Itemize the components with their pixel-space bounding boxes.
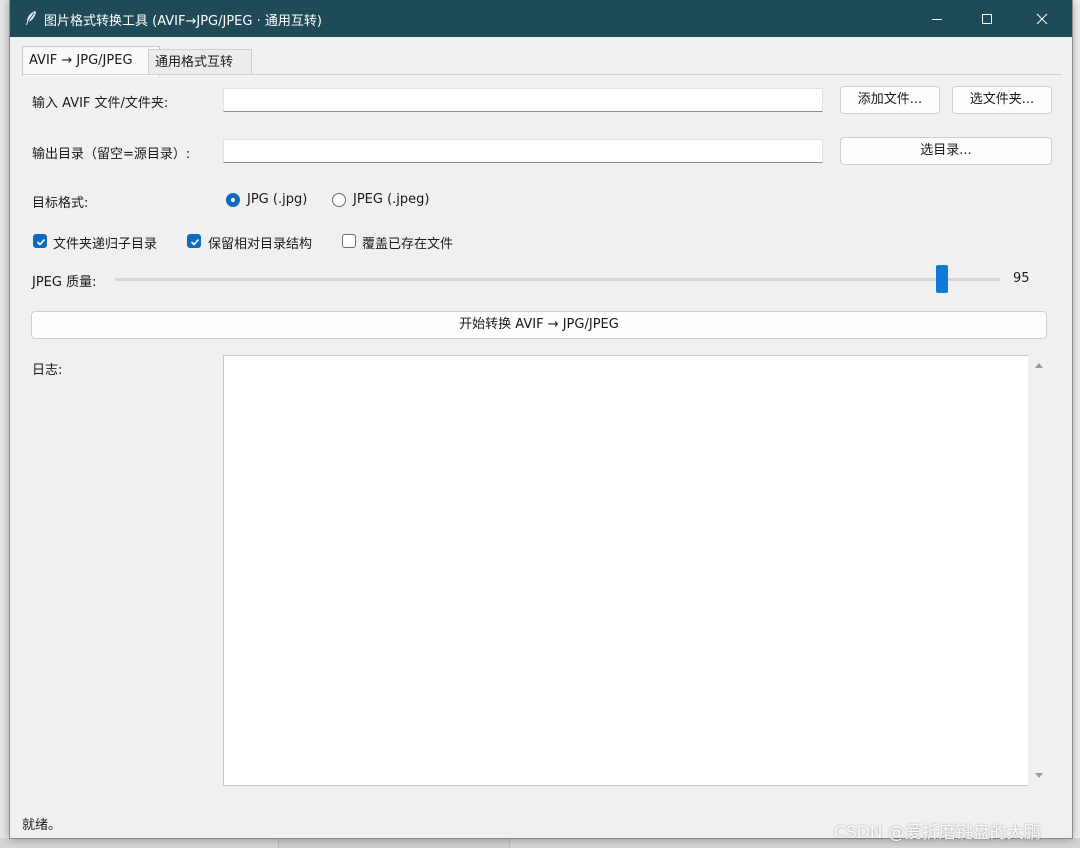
recursive-label[interactable]: 文件夹递归子目录	[53, 233, 157, 252]
scroll-down-icon[interactable]	[1034, 772, 1044, 780]
output-label: 输出目录（留空=源目录）:	[32, 147, 191, 162]
checkmark-icon	[190, 238, 200, 246]
watermark: CSDN @爱折磨键盘的大鹏	[834, 823, 1041, 843]
keep-structure-checkbox[interactable]	[187, 234, 201, 248]
close-icon	[1036, 13, 1048, 24]
checkmark-icon	[36, 238, 46, 246]
quality-value: 95	[1013, 271, 1030, 286]
overwrite-checkbox[interactable]	[342, 234, 356, 248]
choose-dir-button[interactable]: 选目录...	[840, 137, 1052, 165]
input-path-field[interactable]	[223, 88, 823, 112]
radio-jpg[interactable]	[226, 193, 240, 207]
tab-panel-divider	[22, 74, 1062, 75]
minimize-button[interactable]	[912, 0, 962, 37]
background-window-strip	[278, 838, 510, 848]
radio-jpeg-label[interactable]: JPEG (.jpeg)	[353, 192, 429, 207]
log-label: 日志:	[32, 363, 63, 378]
title-bar[interactable]: 图片格式转换工具 (AVIF→JPG/JPEG · 通用互转)	[10, 0, 1072, 37]
radio-jpeg[interactable]	[332, 193, 346, 207]
format-label: 目标格式:	[32, 196, 89, 211]
input-label: 输入 AVIF 文件/文件夹:	[32, 96, 169, 111]
maximize-icon	[982, 13, 992, 24]
quality-slider-thumb[interactable]	[936, 265, 949, 293]
output-dir-field[interactable]	[223, 139, 823, 163]
feather-icon	[26, 11, 36, 25]
tab-general-convert[interactable]: 通用格式互转	[148, 49, 252, 75]
app-window: 图片格式转换工具 (AVIF→JPG/JPEG · 通用互转) AVIF → J…	[9, 0, 1073, 839]
maximize-button[interactable]	[962, 0, 1012, 37]
scroll-up-icon[interactable]	[1034, 361, 1044, 369]
overwrite-label[interactable]: 覆盖已存在文件	[362, 233, 453, 252]
quality-label: JPEG 质量:	[32, 275, 97, 290]
tab-avif-to-jpg[interactable]: AVIF → JPG/JPEG	[22, 46, 160, 76]
window-title: 图片格式转换工具 (AVIF→JPG/JPEG · 通用互转)	[44, 14, 322, 29]
radio-jpg-label[interactable]: JPG (.jpg)	[247, 192, 307, 207]
start-convert-button[interactable]: 开始转换 AVIF → JPG/JPEG	[31, 311, 1047, 339]
recursive-checkbox[interactable]	[33, 234, 47, 248]
minimize-icon	[932, 18, 942, 20]
add-files-button[interactable]: 添加文件...	[840, 86, 940, 114]
log-textarea[interactable]	[223, 355, 1028, 786]
quality-slider-track[interactable]	[115, 278, 1000, 281]
status-text: 就绪。	[22, 818, 62, 833]
keep-structure-label[interactable]: 保留相对目录结构	[208, 233, 312, 252]
log-scrollbar[interactable]	[1028, 355, 1050, 786]
close-button[interactable]	[1017, 0, 1067, 37]
choose-folder-button[interactable]: 选文件夹...	[952, 86, 1052, 114]
